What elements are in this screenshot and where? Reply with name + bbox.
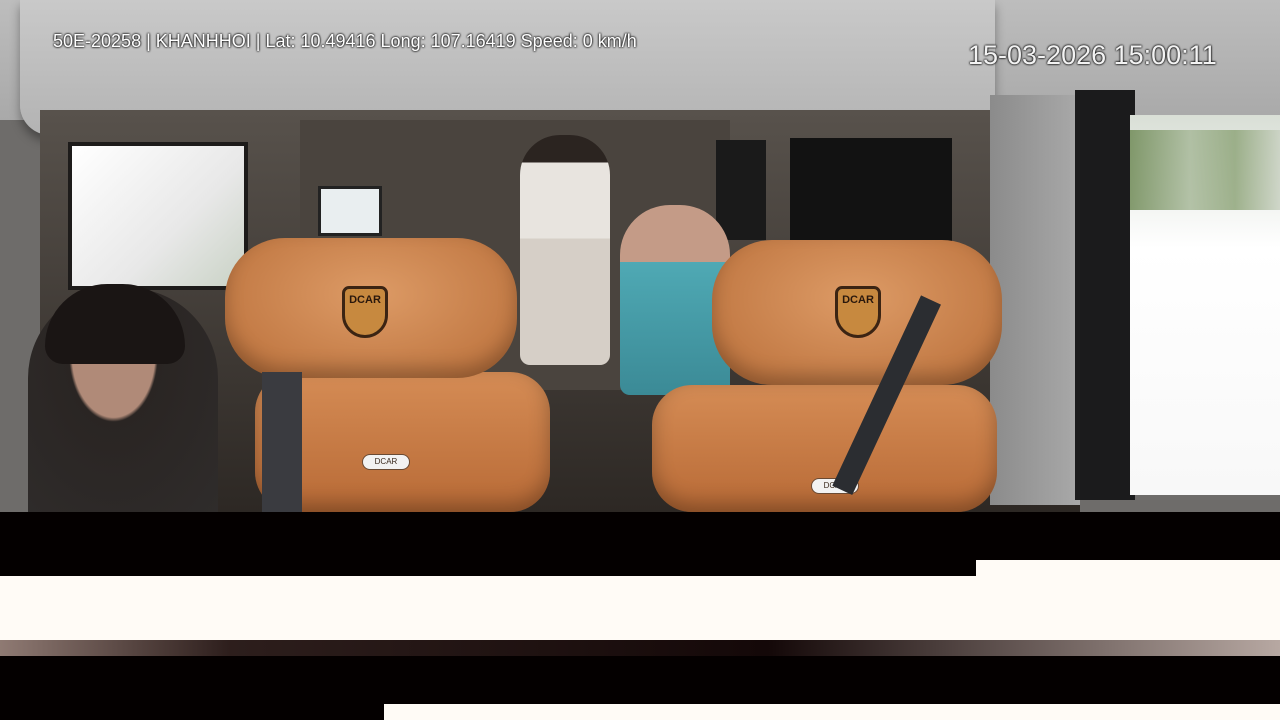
outside-trees [1130,130,1280,210]
video-artifact-band [0,576,1280,640]
telemetry-overlay: 50E-20258 | KHANHHOI | Lat: 10.49416 Lon… [53,31,637,51]
left-window [68,142,248,290]
timestamp-overlay: 15-03-2026 15:00:11 [968,40,1217,70]
seat-badge: DCAR [362,454,410,470]
rear-passenger [520,135,610,365]
video-artifact-notch [976,560,1280,576]
headrest-logo: DCAR [342,286,388,338]
video-artifact-strip [384,704,1280,720]
b-pillar [990,95,1080,505]
rear-left-window [318,186,382,236]
dashcam-frame: DCAR DCAR DCAR DCAR 50E-20258 | KHANHHOI… [0,0,1280,512]
video-artifact-strip [0,640,1280,656]
door-frame [1075,90,1135,500]
seatbelt-left [262,372,302,512]
headrest-logo: DCAR [835,286,881,338]
rear-right-window [716,140,766,240]
